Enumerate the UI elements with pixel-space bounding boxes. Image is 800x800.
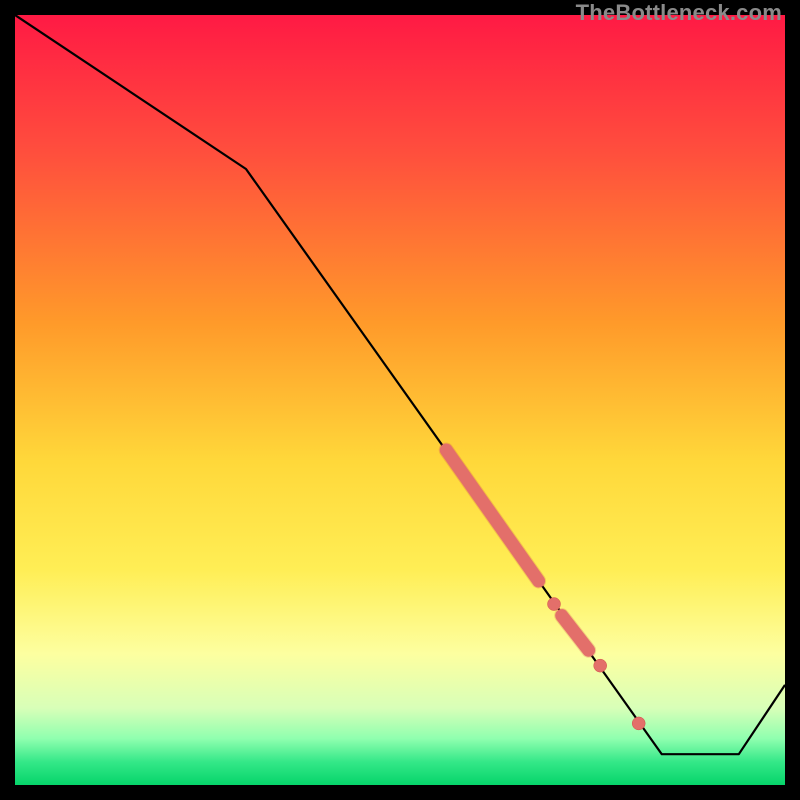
watermark-text: TheBottleneck.com xyxy=(576,0,782,26)
chart-svg xyxy=(15,15,785,785)
dot-2 xyxy=(594,659,607,672)
gradient-background xyxy=(15,15,785,785)
dot-3 xyxy=(632,717,645,730)
dot-1 xyxy=(548,598,561,611)
chart-container xyxy=(15,15,785,785)
